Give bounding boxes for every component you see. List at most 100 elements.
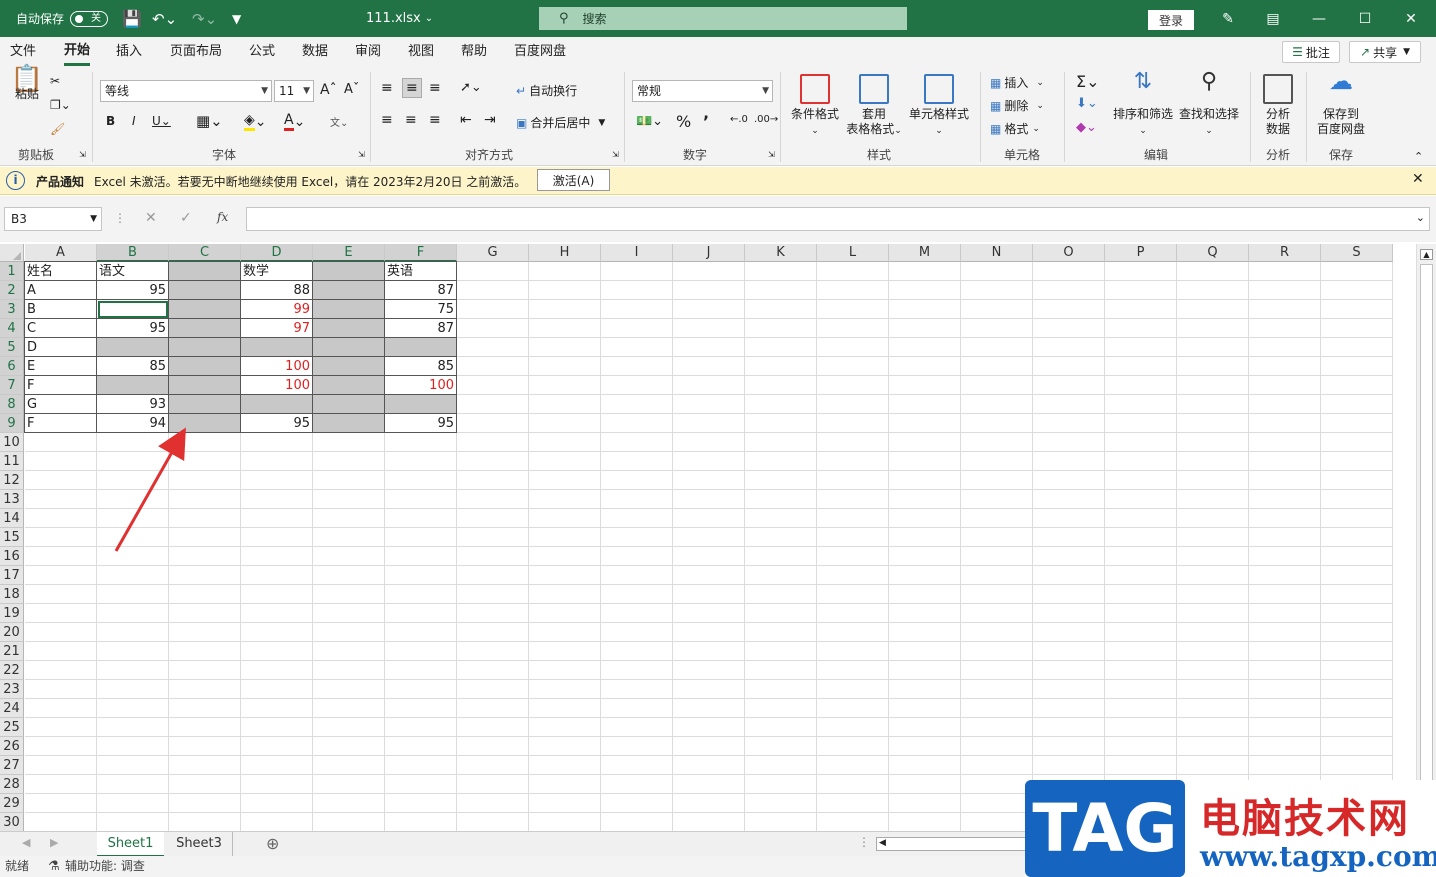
- analyze-data-button[interactable]: 分析 数据: [1258, 74, 1298, 137]
- autosave-control[interactable]: 自动保存 关: [16, 0, 109, 37]
- scroll-left-icon[interactable]: ◀: [879, 838, 886, 848]
- align-center-icon[interactable]: ≡: [405, 112, 417, 128]
- merge-center-button[interactable]: ▣ 合并后居中 ▼: [516, 114, 605, 131]
- scroll-thumb[interactable]: [1420, 264, 1433, 784]
- close-icon[interactable]: ✕: [1412, 171, 1424, 187]
- percent-icon[interactable]: %: [676, 112, 691, 131]
- ribbon-display-icon[interactable]: ▤: [1250, 0, 1296, 37]
- align-top-icon[interactable]: ≡: [381, 80, 393, 96]
- decrease-indent-icon[interactable]: ⇤: [460, 112, 472, 128]
- name-box[interactable]: B3 ▼: [4, 207, 102, 231]
- sheet-tab-sheet1[interactable]: Sheet1: [97, 832, 164, 857]
- dialog-launcher-icon[interactable]: ⇲: [358, 150, 365, 159]
- add-sheet-icon[interactable]: ⊕: [266, 834, 279, 853]
- customize-qat-icon[interactable]: ▼: [232, 0, 241, 37]
- italic-icon[interactable]: I: [132, 114, 136, 128]
- maximize-icon[interactable]: ☐: [1342, 0, 1388, 37]
- dialog-launcher-icon[interactable]: ⇲: [768, 150, 775, 159]
- paste-button[interactable]: 📋 粘贴: [8, 66, 46, 102]
- worksheet-grid[interactable]: ABCDEFGHIJKLMNOPQRS 1 2 3 4 5 6 7 8 9 10 11 12 13 14 1…: [0, 244, 1416, 831]
- redo-icon[interactable]: ↷⌄: [192, 0, 217, 37]
- menu-formulas[interactable]: 公式: [249, 37, 275, 66]
- format-painter-icon[interactable]: 🖌: [50, 122, 65, 136]
- bold-icon[interactable]: B: [106, 114, 115, 128]
- expand-formula-icon[interactable]: ⌄: [1416, 211, 1425, 224]
- watermark-cn: 电脑技术网: [1200, 796, 1410, 842]
- format-cells-button[interactable]: ▦ 格式 ⌄: [990, 120, 1040, 137]
- save-baidu-button[interactable]: ☁ 保存到 百度网盘: [1312, 69, 1370, 137]
- align-middle-icon[interactable]: ≡: [402, 78, 422, 98]
- minimize-icon[interactable]: —: [1296, 0, 1342, 37]
- menu-view[interactable]: 视图: [408, 37, 434, 66]
- menu-page-layout[interactable]: 页面布局: [170, 37, 222, 66]
- align-bottom-icon[interactable]: ≡: [429, 80, 441, 96]
- cut-icon[interactable]: ✂: [50, 74, 60, 88]
- save-icon[interactable]: 💾: [122, 0, 142, 37]
- cancel-icon[interactable]: ✕: [145, 210, 157, 226]
- align-left-icon[interactable]: ≡: [381, 112, 393, 128]
- clear-icon[interactable]: ◆⌄: [1076, 120, 1097, 135]
- menu-data[interactable]: 数据: [302, 37, 328, 66]
- insert-cells-button[interactable]: ▦ 插入 ⌄: [990, 74, 1044, 91]
- menu-help[interactable]: 帮助: [461, 37, 487, 66]
- formula-input[interactable]: ⌄: [246, 207, 1430, 231]
- conditional-format-button[interactable]: 条件格式 ⌄: [788, 74, 842, 139]
- font-size-select[interactable]: 11 ▼: [274, 80, 314, 102]
- horizontal-scrollbar[interactable]: ◀: [876, 837, 1026, 851]
- phonetic-icon[interactable]: 文⌄: [330, 114, 348, 129]
- align-right-icon[interactable]: ≡: [429, 112, 441, 128]
- orientation-icon[interactable]: ➚⌄: [460, 80, 482, 95]
- next-sheet-icon[interactable]: ▶: [50, 836, 58, 849]
- autosave-toggle[interactable]: 关: [70, 10, 109, 27]
- login-button[interactable]: 登录: [1148, 10, 1194, 30]
- increase-decimal-icon[interactable]: ←.0: [730, 114, 748, 125]
- chevron-down-icon: ▼: [598, 117, 606, 128]
- font-name-select[interactable]: 等线 ▼: [100, 80, 272, 102]
- comments-button[interactable]: ☰ 批注: [1282, 41, 1340, 63]
- menu-home[interactable]: 开始: [64, 37, 91, 66]
- share-button[interactable]: ↗ 共享 ▼: [1349, 41, 1421, 63]
- menu-review[interactable]: 审阅: [355, 37, 381, 66]
- autosum-icon[interactable]: Σ⌄: [1076, 72, 1100, 91]
- increase-indent-icon[interactable]: ⇥: [484, 112, 496, 128]
- fill-icon[interactable]: ⬇⌄: [1076, 96, 1098, 111]
- underline-icon[interactable]: U⌄: [152, 114, 171, 128]
- borders-icon[interactable]: ▦⌄: [196, 112, 223, 130]
- find-select-button[interactable]: ⚲ 查找和选择 ⌄: [1176, 71, 1242, 139]
- fill-color-icon[interactable]: ◈ ⌄: [244, 112, 267, 131]
- styles-group-label: 样式: [867, 148, 892, 162]
- currency-icon[interactable]: 💵⌄: [636, 114, 663, 129]
- undo-icon[interactable]: ↶⌄: [152, 0, 177, 37]
- sheet-tab-sheet3[interactable]: Sheet3: [166, 832, 233, 857]
- menu-insert[interactable]: 插入: [116, 37, 142, 66]
- comma-icon[interactable]: ’: [703, 112, 709, 131]
- enter-icon[interactable]: ✓: [180, 210, 192, 226]
- dialog-launcher-icon[interactable]: ⇲: [79, 150, 86, 159]
- menu-baidu[interactable]: 百度网盘: [514, 37, 566, 66]
- cell-styles-button[interactable]: 单元格样式 ⌄: [906, 74, 972, 139]
- shrink-font-icon[interactable]: Aˇ: [344, 82, 359, 97]
- font-color-icon[interactable]: A ⌄: [284, 112, 305, 131]
- file-name[interactable]: 111.xlsx ⌄: [366, 0, 433, 37]
- sort-filter-button[interactable]: ⇅ 排序和筛选 ⌄: [1112, 71, 1174, 139]
- number-format-select[interactable]: 常规 ▼: [632, 80, 773, 102]
- close-icon[interactable]: ✕: [1388, 0, 1434, 37]
- dialog-launcher-icon[interactable]: ⇲: [612, 150, 619, 159]
- activate-button[interactable]: 激活(A): [537, 169, 610, 191]
- prev-sheet-icon[interactable]: ◀: [22, 836, 30, 849]
- grow-font-icon[interactable]: Aˆ: [320, 82, 337, 98]
- format-as-table-button[interactable]: 套用 表格格式⌄: [842, 74, 906, 139]
- collapse-ribbon-icon[interactable]: ⌃: [1414, 150, 1423, 163]
- scroll-up-icon[interactable]: ▲: [1420, 249, 1433, 260]
- search-box[interactable]: ⚲ 搜索: [539, 7, 907, 30]
- accessibility-status[interactable]: 辅助功能: 调查: [65, 856, 145, 877]
- menu-file[interactable]: 文件: [10, 37, 36, 66]
- chevron-down-icon: ▼: [1403, 47, 1410, 57]
- delete-cells-button[interactable]: ▦ 删除 ⌄: [990, 97, 1044, 114]
- vertical-scrollbar[interactable]: ▲: [1416, 244, 1436, 831]
- pen-icon[interactable]: ✎: [1205, 0, 1251, 37]
- wrap-text-button[interactable]: ↵ 自动换行: [516, 82, 577, 99]
- decrease-decimal-icon[interactable]: .00→: [754, 114, 778, 125]
- insert-function-icon[interactable]: fx: [217, 210, 228, 224]
- copy-icon[interactable]: ❐⌄: [50, 98, 71, 112]
